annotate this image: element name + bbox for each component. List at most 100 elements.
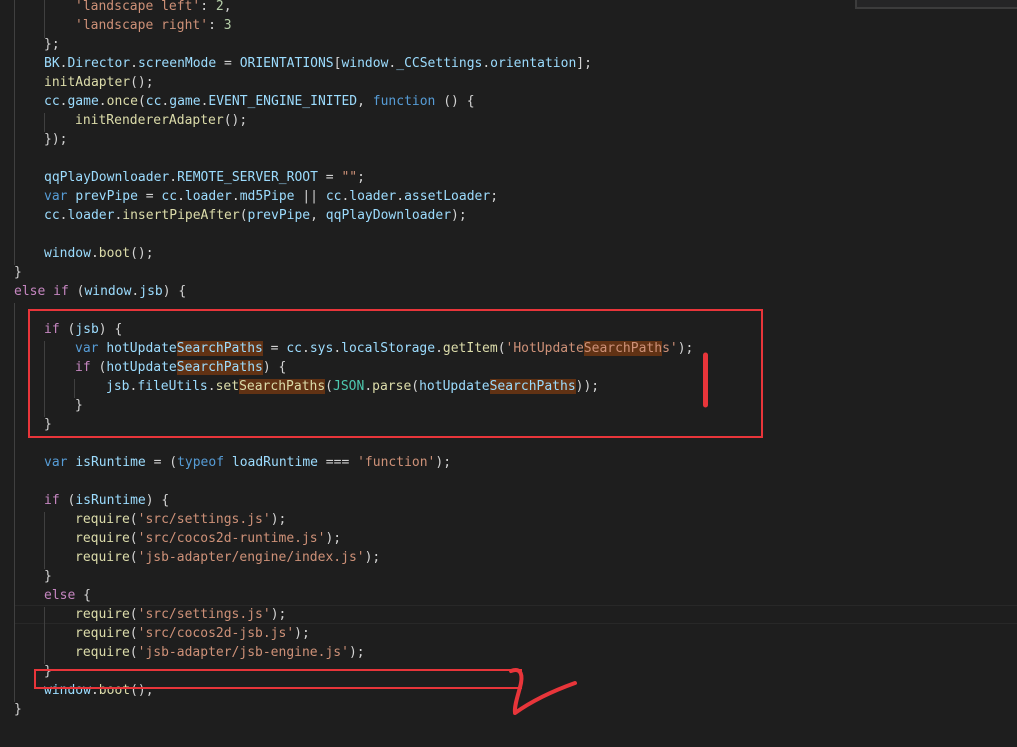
- code-line[interactable]: require('jsb-adapter/jsb-engine.js');: [0, 643, 365, 662]
- code-token: qqPlayDownloader: [44, 170, 170, 185]
- code-token: cc: [325, 189, 342, 204]
- code-token: .: [90, 246, 99, 261]
- code-token: 'landscape left': [75, 0, 201, 14]
- annotation-scribble-check: [505, 663, 583, 719]
- code-token: 2: [215, 0, 224, 14]
- code-token: game: [67, 94, 99, 109]
- code-token: loader: [67, 208, 115, 223]
- code-line[interactable]: }: [0, 567, 52, 586]
- code-token: require: [75, 512, 130, 527]
- code-token: require: [75, 626, 130, 641]
- code-token: ];: [576, 56, 592, 71]
- code-line[interactable]: });: [0, 130, 67, 149]
- code-line[interactable]: cc.game.once(cc.game.EVENT_ENGINE_INITED…: [0, 92, 475, 111]
- code-token: 'src/settings.js': [137, 607, 271, 622]
- code-line[interactable]: var isRuntime = (typeof loadRuntime === …: [0, 453, 451, 472]
- code-line[interactable]: initAdapter();: [0, 73, 154, 92]
- code-line[interactable]: }: [0, 700, 22, 719]
- code-token: require: [75, 645, 130, 660]
- code-token: isRuntime: [75, 493, 146, 508]
- code-token: =: [216, 56, 240, 71]
- code-token: isRuntime: [75, 455, 146, 470]
- code-line[interactable]: require('src/cocos2d-jsb.js');: [0, 624, 310, 643]
- code-line[interactable]: 'landscape left': 2,: [0, 0, 232, 16]
- code-line[interactable]: require('src/settings.js');: [0, 605, 286, 624]
- code-token: (: [129, 550, 138, 565]
- code-token: (: [129, 531, 138, 546]
- code-token: );: [294, 626, 310, 641]
- code-token: ,: [223, 0, 232, 14]
- code-token: );: [364, 550, 381, 565]
- code-line[interactable]: initRendererAdapter();: [0, 111, 247, 130]
- code-token: 'src/cocos2d-jsb.js': [137, 626, 295, 641]
- code-token: function: [372, 94, 436, 109]
- code-token: 'function': [357, 455, 436, 470]
- annotation-box-highlight: [28, 309, 763, 438]
- code-token: require: [75, 550, 130, 565]
- code-token: .: [130, 56, 138, 71]
- code-line[interactable]: qqPlayDownloader.REMOTE_SERVER_ROOT = ""…: [0, 168, 365, 187]
- code-line[interactable]: require('src/settings.js');: [0, 510, 286, 529]
- code-token: else: [44, 588, 76, 603]
- code-line[interactable]: }: [0, 263, 22, 282]
- code-token: (: [239, 208, 248, 223]
- code-token: ();: [223, 113, 248, 128]
- code-line[interactable]: if (isRuntime) {: [0, 491, 169, 510]
- code-token: 'jsb-adapter/jsb-engine.js': [137, 645, 349, 660]
- code-token: EVENT_ENGINE_INITED: [208, 94, 358, 109]
- code-token: .: [98, 94, 107, 109]
- code-token: :: [208, 18, 224, 33]
- code-token: var: [44, 189, 68, 204]
- code-token: ORIENTATIONS: [239, 56, 334, 71]
- code-token: _CCSettings: [396, 56, 483, 71]
- code-token: window: [84, 284, 132, 299]
- code-token: boot: [98, 246, 131, 261]
- code-token: cc: [145, 94, 162, 109]
- code-line[interactable]: 'landscape right': 3: [0, 16, 232, 35]
- code-token: );: [348, 645, 365, 660]
- code-token: 'landscape right': [75, 18, 209, 33]
- code-line[interactable]: var prevPipe = cc.loader.md5Pipe || cc.l…: [0, 187, 498, 206]
- code-token: (: [129, 512, 138, 527]
- code-token: screenMode: [137, 56, 217, 71]
- annotation-box-boot-line: [34, 669, 522, 689]
- code-token: REMOTE_SERVER_ROOT: [177, 170, 318, 185]
- code-line[interactable]: };: [0, 35, 60, 54]
- code-token: window: [341, 56, 389, 71]
- code-token: typeof: [177, 455, 225, 470]
- code-token: BK: [44, 56, 60, 71]
- code-line[interactable]: else {: [0, 586, 91, 605]
- code-token: (: [68, 284, 85, 299]
- code-token: (: [59, 493, 76, 508]
- code-line[interactable]: cc.loader.insertPipeAfter(prevPipe, qqPl…: [0, 206, 467, 225]
- code-token: :: [200, 0, 216, 14]
- code-token: require: [75, 531, 130, 546]
- code-token: );: [325, 531, 342, 546]
- code-line[interactable]: require('jsb-adapter/engine/index.js');: [0, 548, 380, 567]
- code-token: );: [451, 208, 467, 223]
- code-line[interactable]: else if (window.jsb) {: [0, 282, 186, 301]
- code-token: insertPipeAfter: [122, 208, 240, 223]
- code-token: ();: [130, 246, 154, 261]
- code-line[interactable]: window.boot();: [0, 244, 154, 263]
- code-token: () {: [435, 94, 475, 109]
- code-line[interactable]: BK.Director.screenMode = ORIENTATIONS[wi…: [0, 54, 592, 73]
- code-token: =: [137, 189, 162, 204]
- code-token: once: [106, 94, 138, 109]
- code-token: );: [270, 512, 287, 527]
- code-token: ) {: [145, 493, 170, 508]
- code-token: ) {: [162, 284, 187, 299]
- code-token: var: [44, 455, 68, 470]
- code-token: );: [270, 607, 287, 622]
- code-line[interactable]: require('src/cocos2d-runtime.js');: [0, 529, 341, 548]
- code-editor[interactable]: 'landscape left': 2, 'landscape right': …: [0, 0, 1017, 747]
- code-token: require: [75, 607, 130, 622]
- code-token: (: [137, 94, 146, 109]
- code-token: prevPipe: [247, 208, 311, 223]
- code-token: }: [14, 702, 22, 717]
- code-token: };: [44, 37, 60, 52]
- code-token: md5Pipe: [239, 189, 295, 204]
- code-token: loader: [349, 189, 397, 204]
- code-token: else: [14, 284, 46, 299]
